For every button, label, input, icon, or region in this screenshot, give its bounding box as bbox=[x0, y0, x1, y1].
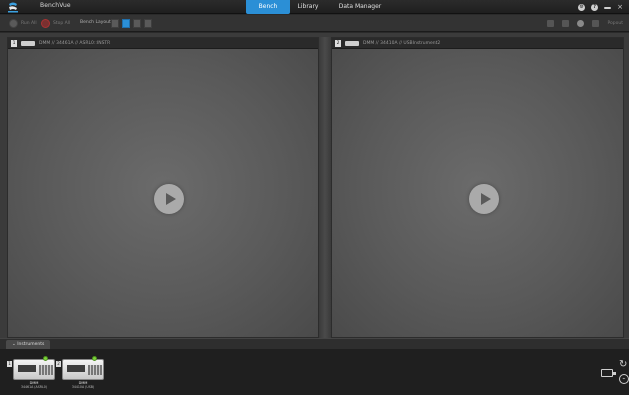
tab-library-label: Library bbox=[297, 3, 319, 10]
stop-icon bbox=[41, 19, 50, 28]
bench-layout-label: Bench Layout: bbox=[80, 20, 113, 25]
lan-connection-icon[interactable]: ⌁ bbox=[619, 374, 629, 384]
instruments-tab-label: Instruments bbox=[17, 342, 45, 347]
dmm-device-icon bbox=[13, 359, 55, 380]
connection-status-icon bbox=[92, 356, 97, 361]
instrument-panel-2: 2 DMM // 34410A // USBInstrument2 bbox=[331, 37, 624, 338]
tab-library[interactable]: Library bbox=[293, 0, 323, 14]
benchvue-logo-icon bbox=[8, 2, 18, 13]
instrument-card-1[interactable]: 1 DMM 34461A (ASRL0) bbox=[7, 356, 55, 391]
refresh-icon[interactable]: ↻ bbox=[619, 360, 629, 370]
dmm-icon bbox=[21, 41, 35, 46]
instrument-card-2[interactable]: 2 DMM 34410A (USB) bbox=[56, 356, 104, 391]
popout-icon[interactable] bbox=[592, 20, 600, 27]
instruments-tray: 1 DMM 34461A (ASRL0) 2 DMM 34410A (USB) bbox=[0, 349, 629, 395]
device-keypad bbox=[88, 365, 102, 375]
tab-bench-label: Bench bbox=[258, 3, 278, 10]
play-icon bbox=[481, 193, 491, 205]
instrument-number: 1 bbox=[7, 361, 12, 367]
panel-header: 1 DMM // 34461A // ASRL0::INSTR bbox=[8, 38, 318, 49]
panel-number: 2 bbox=[335, 40, 341, 47]
device-keypad bbox=[39, 365, 53, 375]
layout-single-button[interactable] bbox=[111, 19, 119, 28]
title-bar: BenchVue Bench Library Data Manager ⚙ ? … bbox=[0, 0, 629, 14]
toolbar: Run All Stop All Bench Layout: Popout bbox=[0, 15, 629, 32]
layout-two-column-button[interactable] bbox=[122, 19, 130, 28]
instrument-address: 34410A (USB) bbox=[71, 385, 95, 389]
help-icon[interactable]: ? bbox=[591, 3, 599, 11]
panel-title: DMM // 34461A // ASRL0::INSTR bbox=[39, 41, 111, 46]
minimize-icon[interactable] bbox=[604, 7, 612, 9]
connection-status-icon bbox=[43, 356, 48, 361]
info-icon[interactable] bbox=[577, 20, 585, 27]
layout-grid-button[interactable] bbox=[144, 19, 152, 28]
stop-all-button[interactable]: Stop All bbox=[41, 19, 70, 28]
benchvue-window: BenchVue Bench Library Data Manager ⚙ ? … bbox=[0, 0, 629, 395]
dmm-icon bbox=[345, 41, 359, 46]
instrument-panel-1: 1 DMM // 34461A // ASRL0::INSTR bbox=[7, 37, 319, 338]
chart-icon[interactable] bbox=[547, 20, 555, 27]
instrument-number: 2 bbox=[56, 361, 61, 367]
instruments-tab-bar: ⌄ Instruments bbox=[0, 338, 629, 350]
settings-icon[interactable]: ⚙ bbox=[578, 3, 586, 11]
app-name: BenchVue bbox=[40, 2, 71, 9]
window-controls: ⚙ ? × bbox=[578, 2, 623, 12]
stop-all-label: Stop All bbox=[53, 21, 71, 26]
play-button[interactable] bbox=[154, 184, 184, 214]
play-icon bbox=[166, 193, 176, 205]
folder-icon[interactable] bbox=[562, 20, 570, 27]
run-all-label: Run All bbox=[21, 21, 37, 26]
device-screen bbox=[67, 365, 85, 372]
instrument-address: 34461A (ASRL0) bbox=[20, 385, 48, 389]
dmm-device-icon bbox=[62, 359, 104, 380]
device-screen bbox=[18, 365, 36, 372]
layout-two-row-button[interactable] bbox=[133, 19, 141, 28]
popout-label[interactable]: Popout bbox=[607, 21, 623, 26]
tab-bench[interactable]: Bench bbox=[246, 0, 290, 14]
panel-header: 2 DMM // 34410A // USBInstrument2 bbox=[332, 38, 623, 49]
add-instrument-icon[interactable] bbox=[601, 369, 616, 377]
panel-title: DMM // 34410A // USBInstrument2 bbox=[363, 41, 441, 46]
toolbar-right-group: Popout bbox=[547, 19, 623, 28]
tab-data-manager[interactable]: Data Manager bbox=[338, 0, 382, 14]
tab-data-manager-label: Data Manager bbox=[338, 3, 382, 10]
panel-divider[interactable] bbox=[319, 37, 331, 338]
play-button[interactable] bbox=[469, 184, 499, 214]
panel-number: 1 bbox=[11, 40, 17, 47]
play-icon bbox=[9, 19, 18, 28]
close-icon[interactable]: × bbox=[617, 3, 623, 11]
bench-area: 1 DMM // 34461A // ASRL0::INSTR 2 DMM //… bbox=[0, 33, 629, 338]
run-all-button[interactable]: Run All bbox=[9, 19, 37, 28]
